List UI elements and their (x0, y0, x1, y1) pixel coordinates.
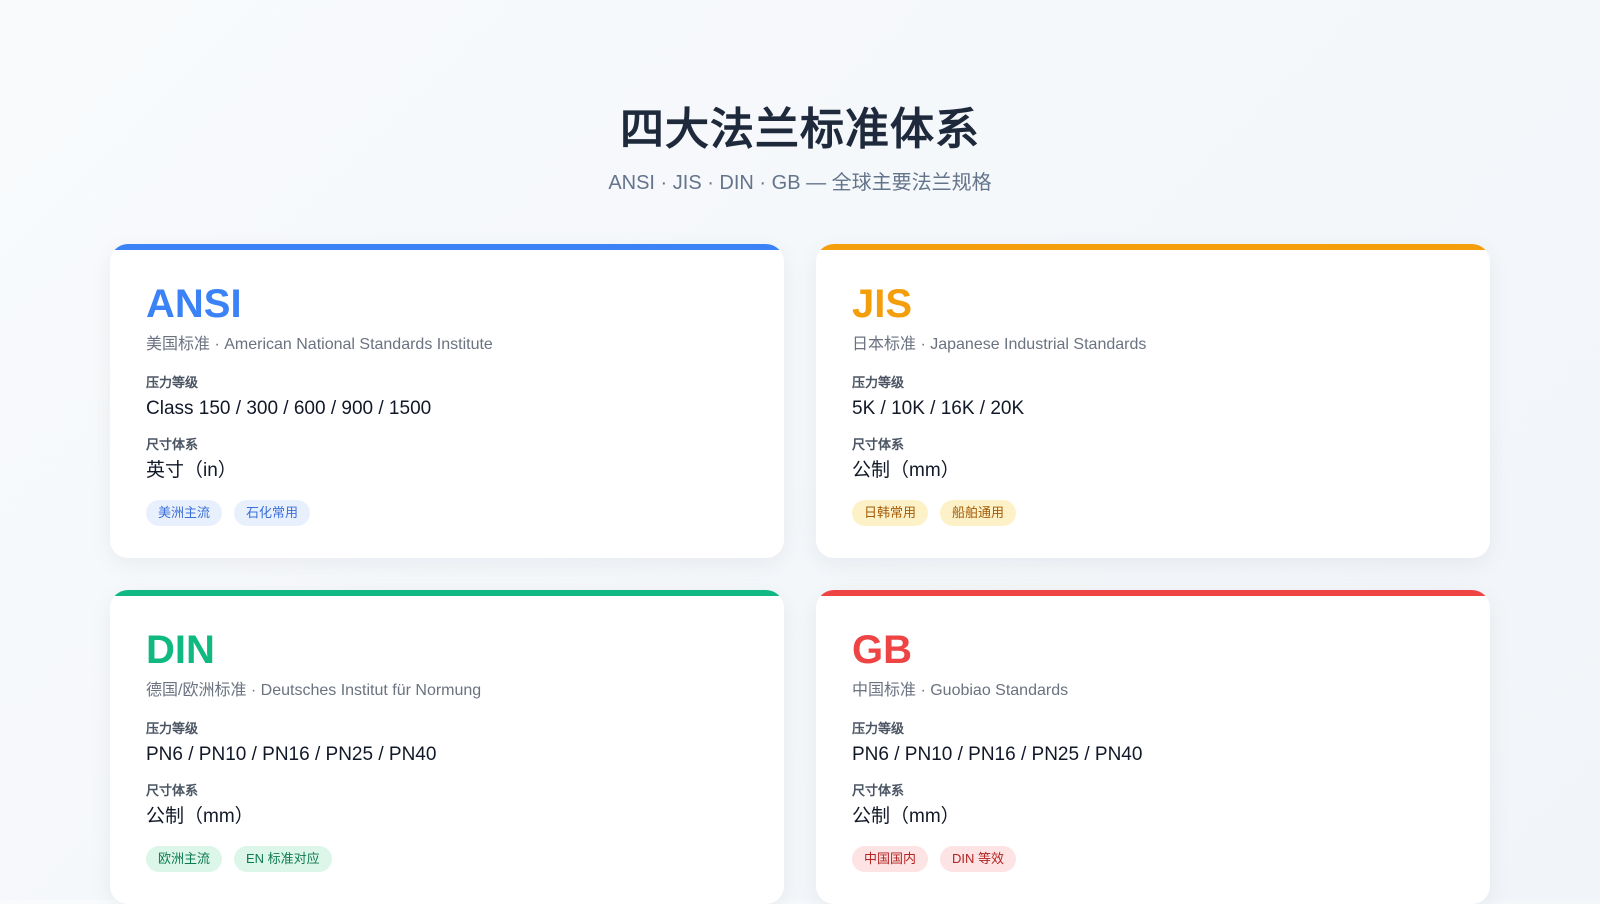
tag: 石化常用 (234, 500, 311, 526)
size-value: 英寸（in） (146, 460, 237, 481)
tag-list: 中国国内 DIN 等效 (852, 846, 1454, 872)
card-subtitle: 中国标准 · Guobiao Standards (852, 682, 1069, 699)
tag: 欧洲主流 (146, 846, 223, 872)
pressure-value: 5K / 10K / 16K / 20K (852, 398, 1025, 419)
page-header: 四大法兰标准体系 ANSI · JIS · DIN · GB — 全球主要法兰规… (0, 102, 1600, 196)
tag: 日韩常用 (852, 500, 929, 526)
card-title: JIS (852, 282, 913, 326)
page-title: 四大法兰标准体系 (620, 105, 980, 154)
pressure-value: PN6 / PN10 / PN16 / PN25 / PN40 (146, 744, 437, 765)
card-subtitle: 美国标准 · American National Standards Insti… (146, 336, 493, 353)
tag-list: 欧洲主流 EN 标准对应 (146, 846, 748, 872)
tag: 中国国内 (852, 846, 929, 872)
standards-grid: ANSI 美国标准 · American National Standards … (110, 244, 1490, 904)
pressure-value: PN6 / PN10 / PN16 / PN25 / PN40 (852, 744, 1143, 765)
tag: DIN 等效 (940, 846, 1017, 872)
size-label: 尺寸体系 (146, 437, 199, 452)
size-label: 尺寸体系 (852, 437, 905, 452)
pressure-label: 压力等级 (852, 721, 905, 736)
page-subtitle: ANSI · JIS · DIN · GB — 全球主要法兰规格 (608, 172, 992, 194)
card-subtitle: 日本标准 · Japanese Industrial Standards (852, 336, 1147, 353)
size-value: 公制（mm） (852, 460, 960, 481)
card-title: GB (852, 628, 912, 672)
pressure-label: 压力等级 (146, 721, 199, 736)
card-gb: GB 中国标准 · Guobiao Standards 压力等级 PN6 / P… (816, 590, 1490, 904)
pressure-label: 压力等级 (852, 375, 905, 390)
card-ansi: ANSI 美国标准 · American National Standards … (110, 244, 784, 558)
card-subtitle: 德国/欧洲标准 · Deutsches Institut für Normung (146, 682, 482, 699)
tag-list: 美洲主流 石化常用 (146, 500, 748, 526)
size-label: 尺寸体系 (852, 783, 905, 798)
card-jis: JIS 日本标准 · Japanese Industrial Standards… (816, 244, 1490, 558)
size-value: 公制（mm） (146, 806, 254, 827)
tag: EN 标准对应 (234, 846, 332, 872)
pressure-value: Class 150 / 300 / 600 / 900 / 1500 (146, 398, 432, 419)
card-din: DIN 德国/欧洲标准 · Deutsches Institut für Nor… (110, 590, 784, 904)
size-label: 尺寸体系 (146, 783, 199, 798)
tag: 美洲主流 (146, 500, 223, 526)
pressure-label: 压力等级 (146, 375, 199, 390)
tag-list: 日韩常用 船舶通用 (852, 500, 1454, 526)
card-title: ANSI (146, 282, 242, 326)
card-title: DIN (146, 628, 215, 672)
tag: 船舶通用 (940, 500, 1017, 526)
size-value: 公制（mm） (852, 806, 960, 827)
